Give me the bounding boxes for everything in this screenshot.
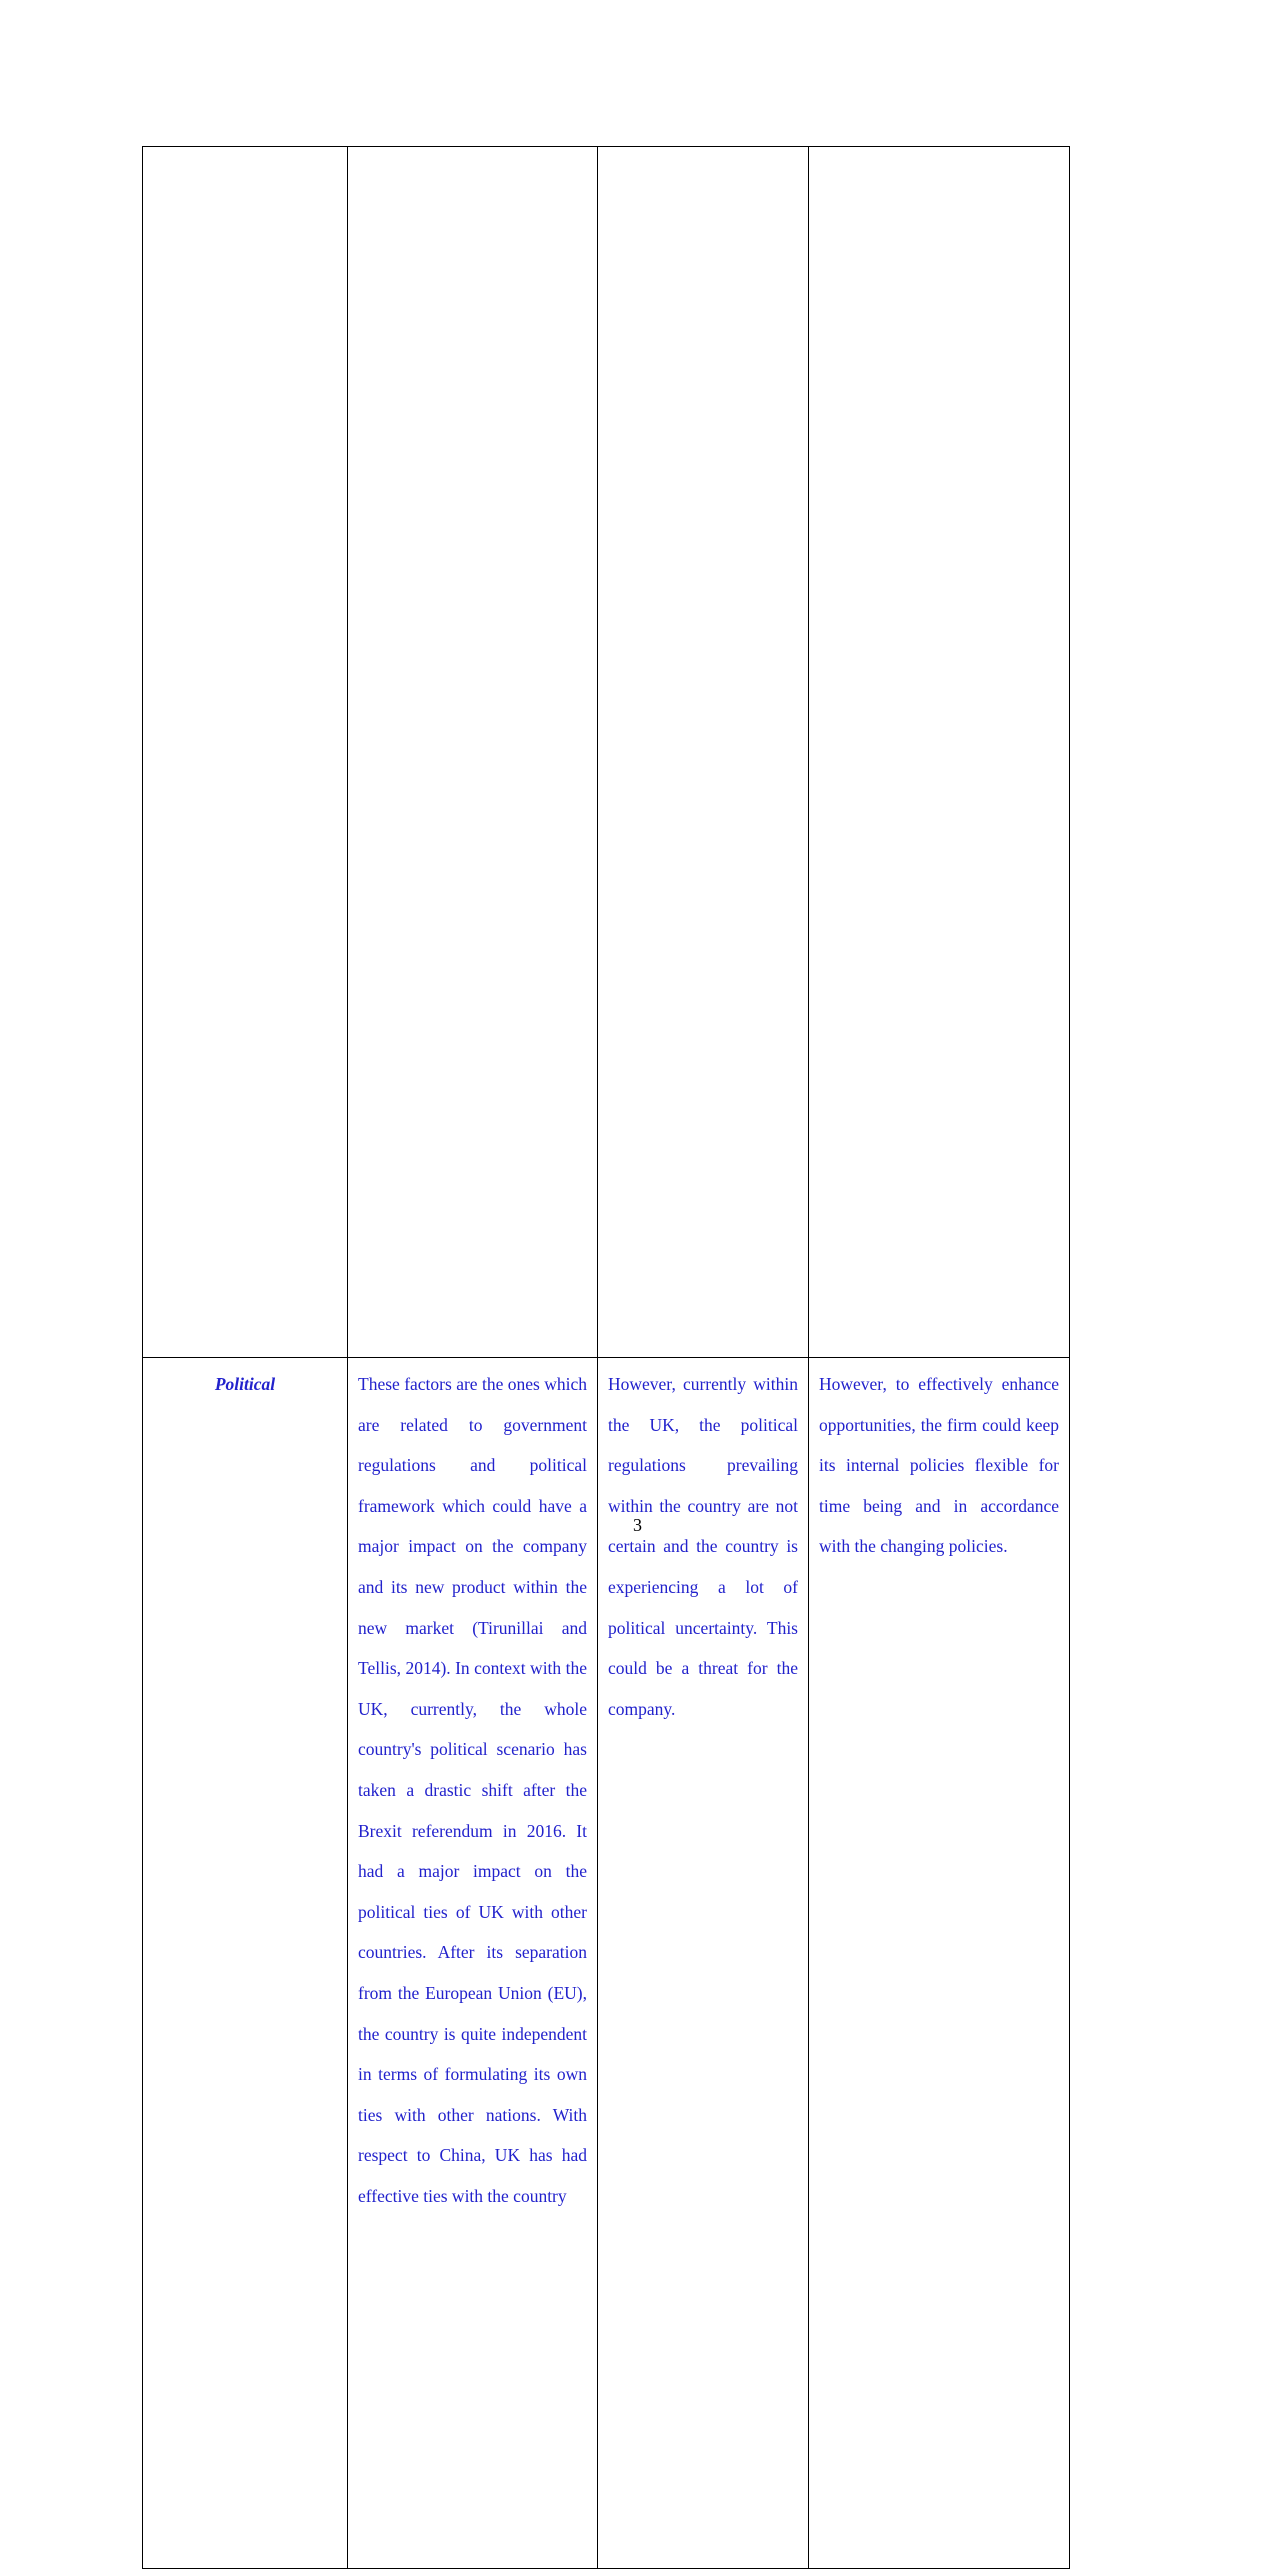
header-cell-factor-inner bbox=[143, 147, 347, 1357]
cell-factor-label: Political bbox=[142, 1357, 348, 2569]
table-row: Political These factors are the ones whi… bbox=[142, 1357, 1070, 2569]
header-cell-recommendation bbox=[808, 146, 1070, 1358]
cell-factor-description-inner: These factors are the ones which are rel… bbox=[349, 1359, 597, 2568]
header-cell-description bbox=[347, 146, 598, 1358]
pestle-analysis-table: Political These factors are the ones whi… bbox=[142, 146, 1070, 2569]
factor-impact-text: However, currently within the UK, the po… bbox=[608, 1374, 798, 1719]
factor-description-text: These factors are the ones which are rel… bbox=[358, 1374, 587, 2206]
cell-factor-recommendation-inner: However, to effectively enhance opportun… bbox=[810, 1359, 1069, 2568]
document-page: Political These factors are the ones whi… bbox=[0, 0, 1275, 2569]
header-cell-impact bbox=[597, 146, 809, 1358]
page-number: 3 bbox=[633, 1515, 642, 1535]
header-cell-recommendation-inner bbox=[809, 147, 1069, 1357]
header-cell-factor bbox=[142, 146, 348, 1358]
cell-factor-label-inner: Political bbox=[144, 1359, 347, 2568]
factor-recommendation-text: However, to effectively enhance opportun… bbox=[819, 1374, 1059, 1557]
cell-factor-description: These factors are the ones which are rel… bbox=[347, 1357, 598, 2569]
cell-factor-impact: However, currently within the UK, the po… bbox=[597, 1357, 809, 2569]
row-label-political: Political bbox=[214, 1374, 276, 1394]
header-cell-description-inner bbox=[348, 147, 597, 1357]
table-header-row bbox=[142, 146, 1070, 1358]
header-cell-impact-inner bbox=[598, 147, 808, 1357]
cell-factor-recommendation: However, to effectively enhance opportun… bbox=[808, 1357, 1070, 2569]
cell-factor-impact-inner: However, currently within the UK, the po… bbox=[599, 1359, 808, 2568]
